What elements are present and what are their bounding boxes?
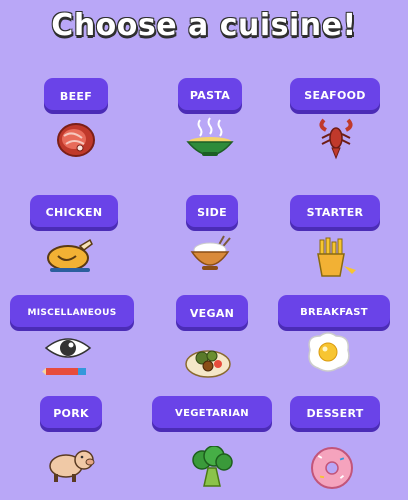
- beef-button[interactable]: Beef: [44, 78, 108, 110]
- vegetarian-button[interactable]: Vegetarian: [152, 396, 272, 428]
- rice-bowl-icon: [186, 232, 240, 276]
- starter-button[interactable]: Starter: [290, 195, 380, 227]
- side-button[interactable]: Side: [186, 195, 238, 227]
- broccoli-icon: [186, 446, 240, 490]
- pasta-button[interactable]: Pasta: [178, 78, 242, 110]
- chicken-button[interactable]: Chicken: [30, 195, 118, 227]
- dessert-button[interactable]: Dessert: [290, 396, 380, 428]
- miscellaneous-button[interactable]: miscellaneous: [10, 295, 134, 327]
- fried-egg-icon: [302, 330, 356, 374]
- roast-chicken-icon: [44, 236, 98, 280]
- pig-icon: [44, 446, 98, 490]
- page-title: Choose a cuisine!: [51, 8, 357, 43]
- lobster-icon: [310, 116, 364, 160]
- noodle-bowl-icon: [184, 116, 238, 160]
- donut-icon: [306, 446, 360, 490]
- steak-icon: [50, 118, 104, 162]
- fries-icon: [310, 236, 364, 280]
- falafel-plate-icon: [182, 338, 236, 382]
- vegan-button[interactable]: Vegan: [176, 295, 248, 327]
- eye-pencil-icon: [42, 334, 96, 378]
- pork-button[interactable]: Pork: [40, 396, 102, 428]
- breakfast-button[interactable]: Breakfast: [278, 295, 390, 327]
- seafood-button[interactable]: Seafood: [290, 78, 380, 110]
